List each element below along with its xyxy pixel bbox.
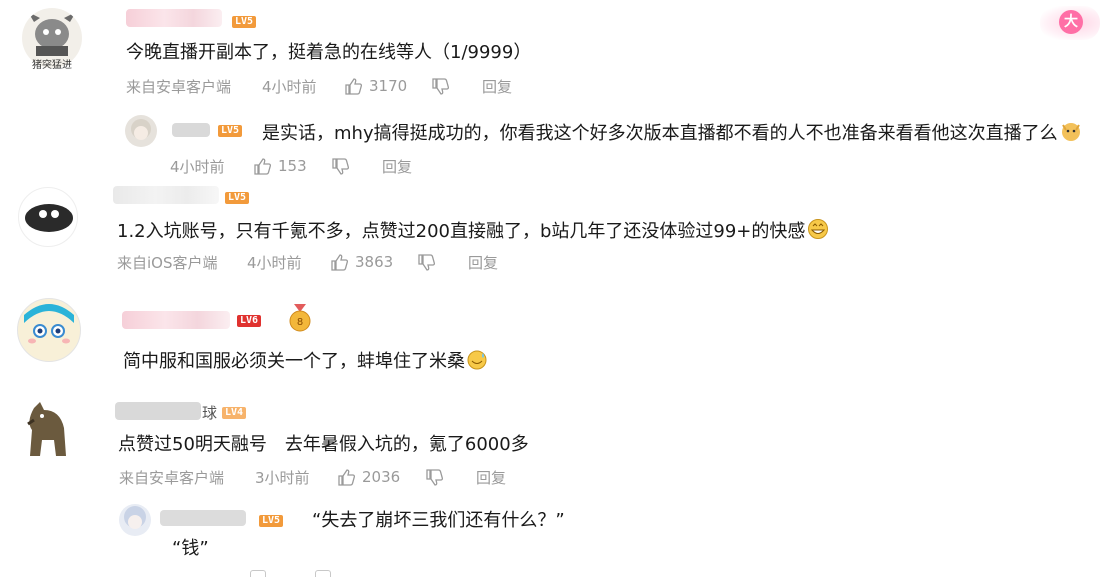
- reply-text: “失去了崩坏三我们还有什么？”: [312, 510, 565, 531]
- reply-text: 是实话，mhy搞得挺成功的，你看我这个好多次版本直播都不看的人不也准备来看看他这…: [262, 120, 1082, 145]
- anime-girl-avatar-icon: [124, 506, 146, 529]
- avatar[interactable]: [17, 298, 81, 362]
- doge-emoji-icon: [1061, 123, 1080, 141]
- reply-button[interactable]: 回复: [468, 254, 498, 272]
- comment-text-content: 简中服和国服必须关一个了，蚌埠住了米桑: [123, 351, 465, 372]
- reply-like-button[interactable]: 153: [252, 156, 307, 176]
- reply-username-blurred[interactable]: [160, 510, 246, 526]
- level-badge: LV4: [222, 407, 247, 419]
- username-blurred[interactable]: [115, 402, 201, 420]
- comment-text: 1.2入坑账号，只有千氪不多，点赞过200直接融了，b站几年了还没体验过99+的…: [117, 218, 829, 243]
- like-button[interactable]: 3863: [329, 252, 393, 272]
- horse-avatar-icon: [27, 402, 66, 456]
- vip-badge-icon: 大: [1059, 10, 1083, 34]
- username-tail: 球: [202, 404, 218, 422]
- level-badge: LV5: [232, 16, 257, 28]
- comment-text: 简中服和国服必须关一个了，蚌埠住了米桑: [123, 350, 487, 373]
- thumbs-up-icon: [254, 158, 272, 175]
- dislike-button[interactable]: [430, 77, 450, 97]
- reply-text-content: 是实话，mhy搞得挺成功的，你看我这个好多次版本直播都不看的人不也准备来看看他这…: [262, 123, 1058, 144]
- thumbs-up-icon: [345, 78, 363, 95]
- level-badge: LV6: [237, 315, 262, 327]
- level-badge: LV5: [218, 125, 243, 137]
- reply-username-blurred[interactable]: [172, 123, 210, 137]
- like-button[interactable]: 2036: [336, 467, 400, 487]
- comment-time: 4小时前: [262, 78, 317, 96]
- svg-text:8: 8: [297, 317, 303, 328]
- thumbs-down-icon: [332, 158, 350, 175]
- avatar-caption: 猪突猛进: [32, 60, 72, 71]
- comment-text: 点赞过50明天融号 去年暑假入坑的，氪了6000多: [118, 434, 529, 455]
- reply-button[interactable]: 回复: [476, 469, 506, 487]
- reply-text-line2: “钱”: [172, 538, 209, 559]
- thumbs-up-icon: [338, 469, 356, 486]
- comment-time: 4小时前: [247, 254, 302, 272]
- comment-source: 来自安卓客户端: [119, 469, 225, 487]
- reply-reply-button[interactable]: 回复: [382, 158, 412, 176]
- reply-avatar[interactable]: [119, 504, 151, 536]
- grin-emoji-icon: [808, 219, 829, 239]
- thumbs-down-icon: [432, 78, 450, 95]
- like-count: 2036: [362, 468, 401, 486]
- level-badge: LV5: [259, 515, 284, 527]
- reply-button[interactable]: 回复: [482, 78, 512, 96]
- reply-time: 4小时前: [170, 158, 225, 176]
- like-count: 3863: [355, 253, 394, 271]
- level-badge: LV5: [225, 192, 250, 204]
- thumbs-down-icon: [418, 254, 436, 271]
- comment-time: 3小时前: [255, 469, 310, 487]
- username-blurred[interactable]: [122, 311, 230, 329]
- username-blurred[interactable]: [113, 186, 219, 204]
- username-blurred[interactable]: [126, 9, 222, 27]
- comment-text-content: 1.2入坑账号，只有千氪不多，点赞过200直接融了，b站几年了还没体验过99+的…: [117, 221, 806, 242]
- thumbs-up-icon: [331, 254, 349, 271]
- like-count: 153: [278, 157, 307, 175]
- dislike-button[interactable]: [416, 253, 436, 273]
- comment-text: 今晚直播开副本了，挺着急的在线等人（1/9999）: [126, 42, 532, 63]
- anime-girl-avatar-icon: [131, 119, 151, 140]
- sweat-smile-emoji-icon: [467, 350, 487, 370]
- like-button[interactable]: 3170: [343, 76, 407, 96]
- avatar[interactable]: [20, 400, 76, 462]
- thumbs-down-icon: [426, 469, 444, 486]
- black-blob-avatar-icon: [25, 204, 73, 232]
- medal-icon: 8: [287, 304, 313, 332]
- reply-avatar[interactable]: [125, 115, 157, 147]
- cutoff-action-row: [170, 570, 410, 577]
- comment-source: 来自iOS客户端: [117, 254, 218, 272]
- cartoon-face-avatar-icon: [24, 304, 74, 344]
- comment-source: 来自安卓客户端: [126, 78, 232, 96]
- reply-dislike-button[interactable]: [330, 157, 350, 177]
- like-count: 3170: [369, 77, 408, 95]
- vip-badge: 大: [1040, 6, 1100, 40]
- avatar[interactable]: [18, 187, 78, 247]
- dislike-button[interactable]: [424, 468, 444, 488]
